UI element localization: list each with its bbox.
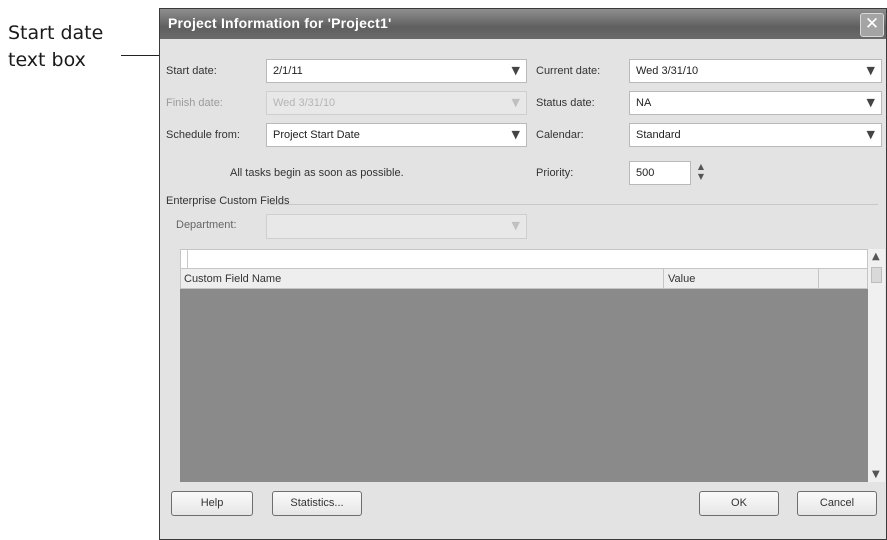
ok-button[interactable]: OK xyxy=(699,491,779,516)
department-select: ▼ xyxy=(266,214,527,239)
dialog-title: Project Information for 'Project1' xyxy=(168,15,392,31)
current-date-field[interactable]: Wed 3/31/10 ▼ xyxy=(629,59,882,83)
close-icon: ✕ xyxy=(864,14,880,34)
group-divider xyxy=(270,204,878,205)
chevron-down-icon[interactable]: ▼ xyxy=(867,128,875,141)
title-bar[interactable]: Project Information for 'Project1' ✕ xyxy=(160,9,886,39)
chevron-down-icon[interactable]: ▼ xyxy=(512,64,520,77)
schedule-from-select[interactable]: Project Start Date ▼ xyxy=(266,123,527,147)
custom-fields-grid-header: Custom Field Name Value xyxy=(180,268,868,289)
spinner-icon[interactable]: ▲ ▼ xyxy=(695,162,707,184)
grid-row-selector xyxy=(187,249,188,269)
callout-line-1: Start date xyxy=(8,22,104,44)
chevron-down-icon[interactable]: ▼ xyxy=(867,96,875,109)
grid-scrollbar[interactable]: ▲ ▼ xyxy=(868,249,885,482)
project-information-dialog: Project Information for 'Project1' ✕ Sta… xyxy=(159,8,887,540)
current-date-value: Wed 3/31/10 xyxy=(636,65,699,77)
cancel-button[interactable]: Cancel xyxy=(797,491,877,516)
schedule-from-value: Project Start Date xyxy=(273,129,360,141)
close-button[interactable]: ✕ xyxy=(860,13,884,37)
callout-line-2: text box xyxy=(8,49,86,71)
finish-date-field: Wed 3/31/10 ▼ xyxy=(266,91,527,115)
schedule-from-label: Schedule from: xyxy=(166,129,240,141)
column-header-custom-field-name[interactable]: Custom Field Name xyxy=(184,273,281,285)
chevron-down-icon: ▼ xyxy=(511,219,520,232)
calendar-select[interactable]: Standard ▼ xyxy=(629,123,882,147)
column-header-value[interactable]: Value xyxy=(668,273,695,285)
status-date-value: NA xyxy=(636,97,652,109)
chevron-down-icon[interactable]: ▼ xyxy=(867,64,875,77)
priority-value: 500 xyxy=(636,167,655,179)
statistics-button[interactable]: Statistics... xyxy=(272,491,362,516)
chevron-down-icon: ▼ xyxy=(511,96,520,109)
custom-fields-edit-row[interactable] xyxy=(180,249,868,269)
enterprise-custom-fields-label: Enterprise Custom Fields xyxy=(166,195,290,207)
help-button[interactable]: Help xyxy=(171,491,253,516)
scroll-thumb[interactable] xyxy=(871,267,882,283)
schedule-note: All tasks begin as soon as possible. xyxy=(230,167,404,179)
calendar-value: Standard xyxy=(636,129,681,141)
scroll-down-icon[interactable]: ▼ xyxy=(872,469,880,480)
start-date-value: 2/1/11 xyxy=(273,65,303,77)
finish-date-label: Finish date: xyxy=(166,97,223,109)
chevron-down-icon[interactable]: ▼ xyxy=(512,128,520,141)
status-date-field[interactable]: NA ▼ xyxy=(629,91,882,115)
current-date-label: Current date: xyxy=(536,65,601,77)
column-separator[interactable] xyxy=(663,269,664,289)
priority-input[interactable]: 500 xyxy=(629,161,691,185)
calendar-label: Calendar: xyxy=(536,129,584,141)
start-date-label: Start date: xyxy=(166,65,217,77)
custom-fields-grid-body[interactable] xyxy=(180,289,868,482)
status-date-label: Status date: xyxy=(536,97,595,109)
finish-date-value: Wed 3/31/10 xyxy=(273,97,336,109)
start-date-field[interactable]: 2/1/11 ▼ xyxy=(266,59,527,83)
scroll-up-icon[interactable]: ▲ xyxy=(872,251,880,262)
department-label: Department: xyxy=(176,219,237,231)
column-separator[interactable] xyxy=(818,269,819,289)
callout-label: Start date text box xyxy=(8,20,103,74)
priority-label: Priority: xyxy=(536,167,574,179)
